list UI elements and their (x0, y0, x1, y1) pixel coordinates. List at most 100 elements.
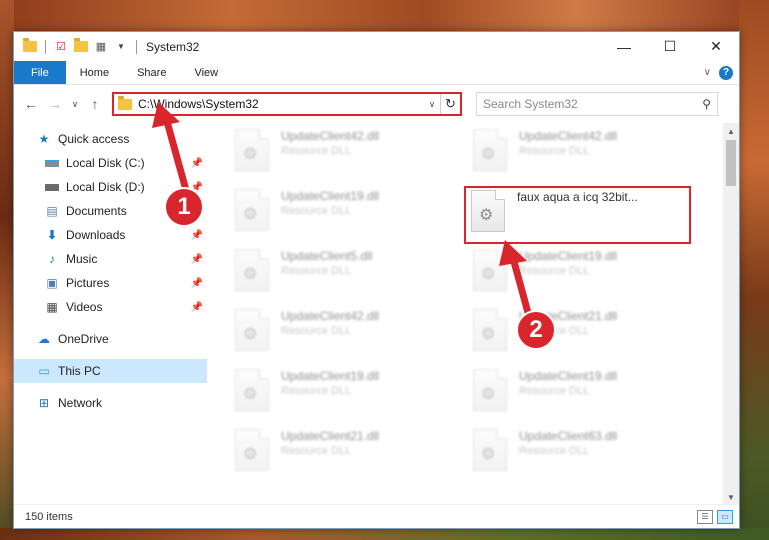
tab-share[interactable]: Share (123, 61, 180, 84)
maximize-button[interactable]: ☐ (647, 32, 693, 61)
dll-file-icon: ⚙ (235, 249, 269, 291)
dll-file-icon: ⚙ (235, 189, 269, 231)
sidebar-item-downloads[interactable]: ⬇ Downloads 📌 (14, 223, 207, 247)
window-title: System32 (146, 39, 200, 54)
list-item[interactable]: ⚙ UpdateClient5.dll Resource DLL (235, 249, 455, 301)
file-type: Resource DLL (281, 145, 352, 157)
sidebar-item-this-pc[interactable]: ▭ This PC (14, 359, 207, 383)
title-bar: ☑ ▦ ▼ System32 — ☐ ✕ (14, 32, 739, 61)
network-icon: ⊞ (38, 396, 50, 410)
dll-file-icon: ⚙ (235, 369, 269, 411)
details-view-icon[interactable]: ☰ (697, 509, 713, 524)
folder-icon (22, 38, 38, 55)
file-name: UpdateClient42.dll (519, 129, 618, 143)
search-input[interactable]: Search System32 (483, 97, 702, 111)
sidebar-item-label: Network (58, 396, 103, 410)
sidebar-item-onedrive[interactable]: ☁ OneDrive (14, 327, 207, 351)
sidebar-item-label: OneDrive (58, 332, 109, 346)
quick-access-toolbar: ☑ ▦ ▼ (14, 32, 140, 61)
file-name: UpdateClient5.dll (281, 249, 373, 263)
item-count: 150 items (25, 510, 73, 523)
properties-icon[interactable]: ☑ (53, 39, 69, 55)
customize-toolbar-icon[interactable]: ▦ (93, 39, 109, 55)
forward-arrow-icon[interactable]: → (44, 93, 66, 115)
vertical-scrollbar[interactable]: ▲ ▼ (723, 123, 739, 505)
list-item[interactable]: ⚙ UpdateClient63.dll Resource DLL (473, 429, 693, 481)
list-item[interactable]: ⚙ UpdateClient19.dll Resource DLL (235, 369, 455, 421)
sidebar-item-quick-access[interactable]: ★ Quick access (14, 127, 207, 151)
dll-file-icon: ⚙ (235, 309, 269, 351)
drive-icon (44, 179, 60, 195)
scroll-down-icon[interactable]: ▼ (723, 489, 739, 505)
tab-home[interactable]: Home (66, 61, 123, 84)
cloud-icon: ☁ (38, 332, 50, 346)
sidebar-item-label: Local Disk (D:) (66, 180, 145, 194)
dll-file-icon: ⚙ (473, 129, 507, 171)
file-type: Resource DLL (281, 265, 352, 277)
address-bar[interactable]: C:\Windows\System32 ∨ ↻ (112, 92, 462, 116)
large-icons-view-icon[interactable]: ▭ (717, 509, 733, 524)
tab-file[interactable]: File (14, 61, 66, 84)
sidebar-item-music[interactable]: ♪ Music 📌 (14, 247, 207, 271)
sidebar-item-label: Documents (66, 204, 127, 218)
back-arrow-icon[interactable]: ← (20, 93, 42, 115)
list-item[interactable]: ⚙ UpdateClient19.dll Resource DLL (235, 189, 455, 241)
navigation-bar: ← → ∨ ↑ C:\Windows\System32 ∨ ↻ Search S… (14, 85, 739, 123)
up-arrow-icon[interactable]: ↑ (84, 93, 106, 115)
list-item[interactable]: ⚙ UpdateClient19.dll Resource DLL (473, 369, 693, 421)
sidebar-item-label: This PC (58, 364, 101, 378)
documents-icon: ▤ (46, 204, 58, 218)
list-item[interactable]: ⚙ UpdateClient21.dllResource DLL (235, 429, 455, 481)
sidebar-item-pictures[interactable]: ▣ Pictures 📌 (14, 271, 207, 295)
file-type: Resource DLL (519, 385, 590, 397)
minimize-button[interactable]: — (601, 32, 647, 61)
file-list: ⚙ UpdateClient42.dll Resource DLL ⚙ Updat… (207, 123, 723, 505)
pictures-icon: ▣ (46, 276, 58, 290)
list-item[interactable]: ⚙ UpdateClient42.dll Resource DLL (473, 129, 693, 181)
file-name: UpdateClient19.dll (281, 189, 380, 203)
toolbar-divider (136, 39, 137, 54)
file-type: Resource DLL (281, 385, 352, 397)
desktop-wallpaper-bottom (0, 528, 769, 540)
chevron-down-icon[interactable]: ▼ (113, 39, 129, 55)
sidebar-item-network[interactable]: ⊞ Network (14, 391, 207, 415)
file-explorer-window: ☑ ▦ ▼ System32 — ☐ ✕ File Home Share Vie… (13, 31, 740, 529)
dll-file-icon: ⚙ (473, 429, 507, 471)
file-name: UpdateClient42.dll (281, 309, 380, 323)
file-type: Resource DLL (519, 145, 590, 157)
target-file-item[interactable]: ⚙ faux aqua a icq 32bit... (471, 190, 691, 242)
pin-icon: 📌 (190, 229, 203, 241)
new-folder-icon[interactable] (73, 38, 89, 55)
drive-icon (44, 155, 60, 171)
callout-2-badge: 2 (516, 310, 556, 350)
file-name: UpdateClient42.dll (281, 129, 380, 143)
sidebar-item-local-disk-c[interactable]: Local Disk (C:) 📌 (14, 151, 207, 175)
sidebar-item-videos[interactable]: ▦ Videos 📌 (14, 295, 207, 319)
file-type: Resource DLL (281, 325, 352, 337)
navigation-pane: ★ Quick access Local Disk (C:) 📌 Local D… (14, 123, 207, 505)
file-type: Resource DLL (519, 445, 590, 457)
address-dropdown-icon[interactable]: ∨ (424, 99, 440, 110)
scroll-up-icon[interactable]: ▲ (723, 123, 739, 139)
list-item[interactable]: ⚙ UpdateClient19.dll Resource DLL (473, 249, 693, 301)
file-name: faux aqua a icq 32bit... (517, 190, 638, 204)
refresh-icon[interactable]: ↻ (440, 94, 460, 114)
dll-file-icon: ⚙ (473, 249, 507, 291)
sidebar-item-label: Local Disk (C:) (66, 156, 145, 170)
expand-ribbon-icon[interactable]: ∨ (704, 67, 711, 78)
list-item[interactable]: ⚙ UpdateClient21.dllResource DLL (473, 309, 693, 361)
search-icon[interactable]: ⚲ (702, 97, 711, 111)
scroll-thumb[interactable] (726, 140, 736, 186)
recent-locations-icon[interactable]: ∨ (68, 93, 82, 115)
close-button[interactable]: ✕ (693, 32, 739, 61)
list-item[interactable]: ⚙ UpdateClient42.dll Resource DLL (235, 129, 455, 181)
address-path[interactable]: C:\Windows\System32 (138, 97, 424, 111)
dll-file-icon: ⚙ (235, 129, 269, 171)
list-item[interactable]: ⚙ UpdateClient42.dll Resource DLL (235, 309, 455, 361)
tab-view[interactable]: View (180, 61, 232, 84)
computer-icon: ▭ (38, 364, 50, 378)
search-box[interactable]: Search System32 ⚲ (476, 92, 718, 116)
dll-file-icon: ⚙ (471, 190, 505, 232)
help-icon[interactable]: ? (719, 65, 733, 80)
folder-icon (118, 95, 132, 110)
